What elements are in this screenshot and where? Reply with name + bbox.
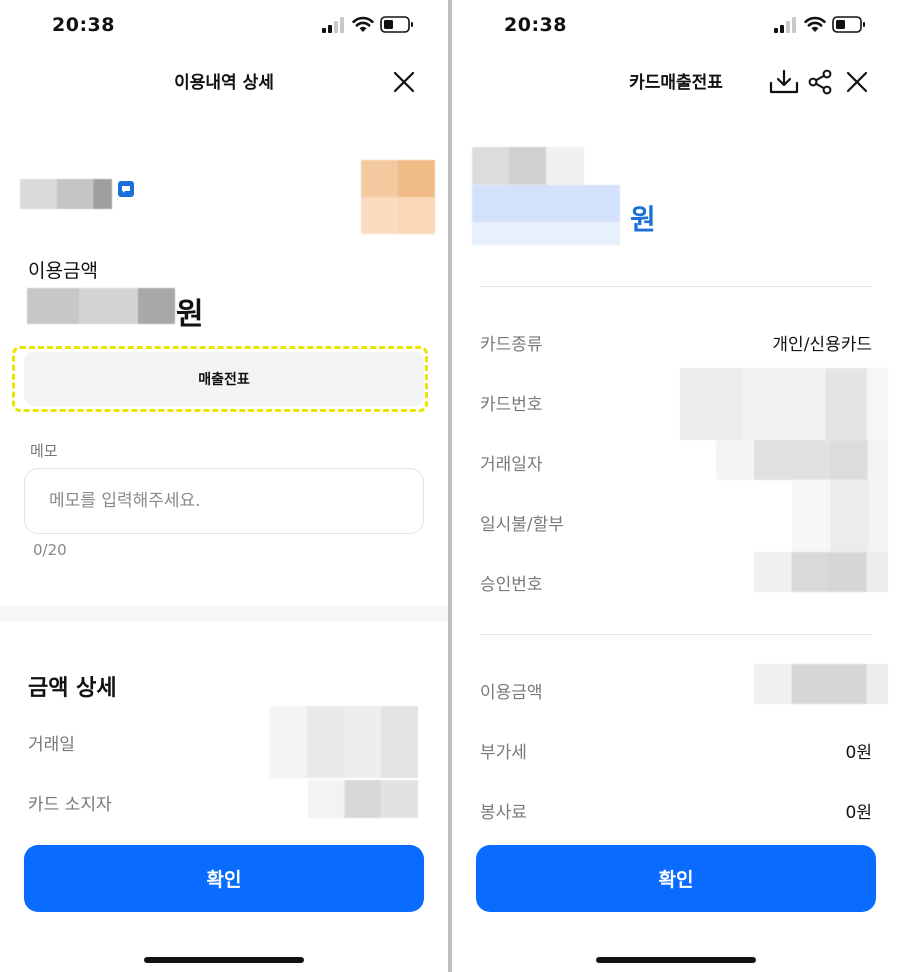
battery-icon: [832, 16, 865, 33]
share-icon: [808, 69, 832, 95]
screen-card-receipt: 20:38 카드매출전표 원 카드종류 개인/신용카드 카드번호 거래일자 일시…: [452, 0, 900, 972]
divider: [480, 286, 872, 287]
signal-icon: [774, 17, 796, 33]
merchant-name-redacted: [20, 179, 112, 209]
confirm-button[interactable]: 확인: [24, 845, 424, 912]
amount-label: 이용금액: [28, 260, 98, 282]
screen-usage-detail: 20:38 이용내역 상세 이용금액 원 매출전표 메모 메모를 입력해주세요.…: [0, 0, 448, 972]
share-button[interactable]: [804, 66, 836, 98]
row-value: 0원: [845, 743, 872, 763]
row-label: 이용금액: [480, 683, 543, 703]
confirm-button[interactable]: 확인: [476, 845, 876, 912]
home-indicator: [596, 957, 756, 963]
detail-value-redacted: [308, 780, 418, 818]
approval-number-redacted: [754, 552, 888, 592]
wifi-icon: [352, 16, 374, 32]
close-icon: [393, 71, 415, 93]
home-indicator: [144, 957, 304, 963]
download-icon: [769, 69, 799, 94]
row-label: 일시불/할부: [480, 515, 564, 535]
status-bar: 20:38: [0, 0, 448, 54]
amount-value-redacted: [472, 185, 620, 245]
memo-label: 메모: [30, 442, 58, 460]
amount-unit: 원: [630, 203, 656, 236]
status-time: 20:38: [52, 14, 115, 36]
detail-row-label: 거래일: [28, 735, 75, 755]
installment-redacted: [792, 480, 888, 552]
section-title: 금액 상세: [28, 676, 117, 701]
memo-char-count: 0/20: [33, 541, 67, 559]
card-number-redacted: [680, 368, 888, 440]
merchant-logo-redacted: [361, 160, 435, 234]
row-value: 개인/신용카드: [772, 335, 872, 355]
merchant-name-redacted: [472, 147, 584, 185]
status-time: 20:38: [504, 14, 567, 36]
close-icon: [846, 71, 868, 93]
memo-input[interactable]: [24, 468, 424, 534]
row-label: 승인번호: [480, 575, 543, 595]
message-icon: [118, 181, 134, 197]
date-redacted: [716, 440, 888, 480]
amount-unit: 원: [176, 297, 204, 332]
receipt-button[interactable]: 매출전표: [24, 352, 424, 406]
row-value: 0원: [845, 803, 872, 823]
detail-value-redacted: [270, 706, 418, 778]
battery-icon: [380, 16, 413, 33]
row-label: 봉사료: [480, 803, 527, 823]
wifi-icon: [804, 16, 826, 32]
row-label: 부가세: [480, 743, 527, 763]
detail-row-label: 카드 소지자: [28, 795, 112, 815]
amount-value-redacted: [754, 664, 888, 704]
status-bar: 20:38: [452, 0, 900, 54]
close-button[interactable]: [388, 66, 420, 98]
amount-value-redacted: [27, 288, 175, 324]
page-title: 이용내역 상세: [174, 73, 274, 93]
row-label: 거래일자: [480, 455, 543, 475]
row-label: 카드번호: [480, 395, 543, 415]
divider: [480, 634, 872, 635]
section-divider: [0, 606, 448, 622]
row-label: 카드종류: [480, 335, 543, 355]
download-button[interactable]: [768, 66, 800, 98]
signal-icon: [322, 17, 344, 33]
close-button[interactable]: [841, 66, 873, 98]
